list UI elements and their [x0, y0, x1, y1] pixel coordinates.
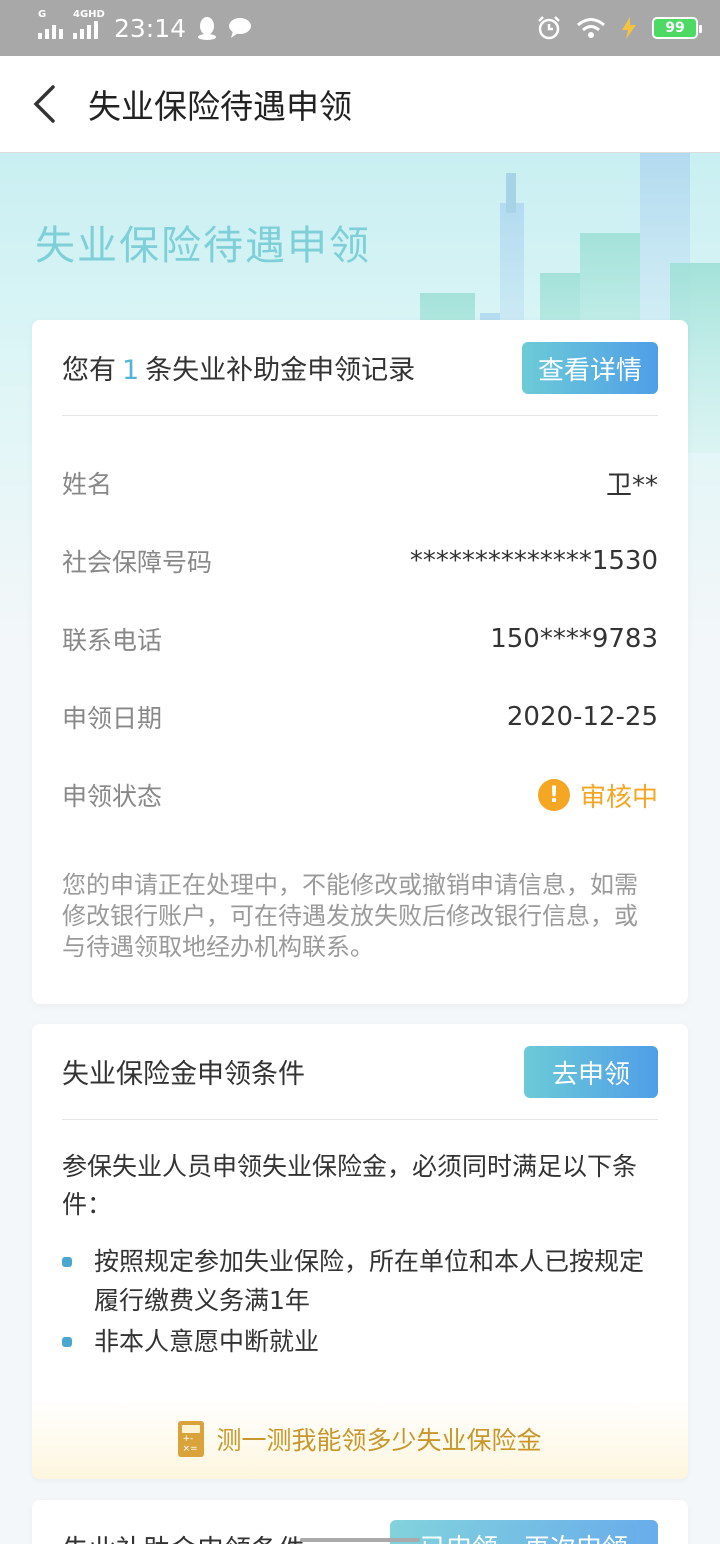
apply-button[interactable]: 去申领 [524, 1046, 658, 1098]
view-details-button[interactable]: 查看详情 [521, 342, 658, 394]
field-label: 申领日期 [62, 704, 163, 733]
home-indicator[interactable] [300, 1538, 420, 1542]
signal-icon: G [38, 9, 63, 39]
record-summary: 您有 1 条失业补助金申领记录 [62, 348, 415, 387]
page-title: 失业保险待遇申领 [88, 87, 352, 126]
field-label: 申领状态 [62, 782, 163, 811]
field-value: **************1530 [409, 546, 658, 576]
clock: 23:14 [114, 13, 187, 43]
message-icon [229, 18, 252, 38]
field-row-name: 姓名 卫** [62, 444, 658, 522]
field-row-status: 申领状态 ! 审核中 [62, 756, 658, 834]
record-count: 1 [122, 355, 140, 386]
back-button[interactable] [0, 56, 80, 153]
field-label: 联系电话 [62, 626, 163, 655]
record-summary-prefix: 您有 [62, 355, 116, 386]
nav-bar: 失业保险待遇申领 [0, 56, 720, 153]
conditions-title: 失业保险金申领条件 [62, 1059, 305, 1090]
conditions-intro: 参保失业人员申领失业保险金，必须同时满足以下条件： [62, 1152, 638, 1219]
charging-icon [622, 17, 636, 39]
list-item: 非本人意愿中断就业 [62, 1322, 658, 1361]
field-label: 姓名 [62, 470, 113, 499]
calculator-link-text: 测一测我能领多少失业保险金 [216, 1426, 542, 1455]
field-row-phone: 联系电话 150****9783 [62, 600, 658, 678]
field-value: 2020-12-25 [506, 702, 658, 732]
application-record-card: 您有 1 条失业补助金申领记录 查看详情 姓名 卫** 社会保障号码 *******… [32, 320, 688, 1004]
list-item: 按照规定参加失业保险，所在单位和本人已按规定履行缴费义务满1年 [62, 1242, 658, 1320]
calculator-icon [178, 1421, 205, 1457]
hero-title: 失业保险待遇申领 [35, 223, 371, 269]
warning-icon: ! [537, 779, 570, 811]
battery-icon: 99 [652, 17, 702, 39]
subsidy-title: 失业补助金申领条件 [62, 1528, 305, 1544]
status-badge: ! 审核中 [537, 777, 658, 814]
field-row-ssn: 社会保障号码 **************1530 [62, 522, 658, 600]
field-row-date: 申领日期 2020-12-25 [62, 678, 658, 756]
conditions-list: 按照规定参加失业保险，所在单位和本人已按规定履行缴费义务满1年 非本人意愿中断就… [62, 1242, 658, 1361]
record-fields: 姓名 卫** 社会保障号码 **************1530 联系电话 15… [62, 416, 658, 834]
network-type-label: G [38, 9, 47, 20]
benefit-calculator-link[interactable]: 测一测我能领多少失业保险金 [32, 1399, 688, 1479]
alarm-icon [538, 16, 560, 40]
qq-icon [198, 17, 217, 40]
signal-icon-2: 4GHD [73, 9, 105, 39]
status-bar: G 4GHD 23:14 99 [0, 0, 720, 56]
wifi-icon [577, 18, 605, 38]
record-summary-suffix: 条失业补助金申领记录 [145, 355, 416, 386]
conditions-card-header: 失业保险金申领条件 去申领 [62, 1024, 658, 1120]
processing-note: 您的申请正在处理中，不能修改或撤销申请信息，如需修改银行账户，可在待遇发放失败后… [62, 871, 638, 961]
field-value: 卫** [605, 470, 658, 501]
status-text: 审核中 [579, 782, 658, 813]
insurance-conditions-card: 失业保险金申领条件 去申领 参保失业人员申领失业保险金，必须同时满足以下条件： … [32, 1024, 688, 1479]
field-label: 社会保障号码 [62, 548, 213, 577]
record-card-header: 您有 1 条失业补助金申领记录 查看详情 [62, 320, 658, 416]
reapply-button[interactable]: 已申领，再次申领 [390, 1520, 658, 1544]
field-value: 150****9783 [490, 624, 658, 654]
chevron-left-icon [33, 85, 55, 123]
network-type-label-2: 4GHD [73, 9, 105, 20]
